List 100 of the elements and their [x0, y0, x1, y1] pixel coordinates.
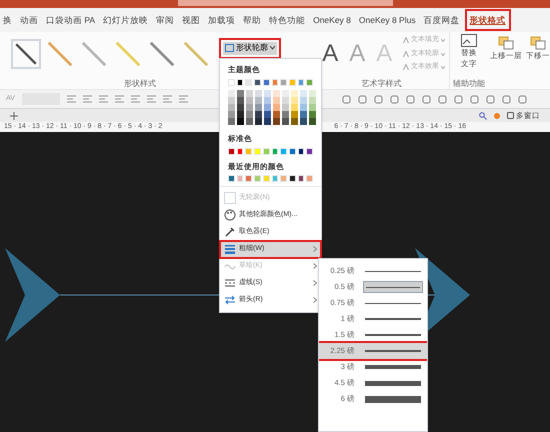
align-icon[interactable] — [82, 94, 92, 104]
align-icon[interactable] — [178, 94, 188, 104]
color-swatch[interactable] — [228, 118, 235, 126]
align-icon[interactable] — [98, 94, 108, 104]
align-icon[interactable] — [162, 94, 172, 104]
color-swatch[interactable] — [272, 79, 278, 86]
color-swatch[interactable] — [298, 79, 304, 86]
color-swatch[interactable] — [245, 148, 252, 154]
color-swatch[interactable] — [246, 90, 253, 98]
color-swatch[interactable] — [262, 79, 270, 86]
color-swatch[interactable] — [262, 174, 270, 182]
color-swatch[interactable] — [273, 104, 280, 112]
color-swatch[interactable] — [228, 90, 235, 98]
color-swatch[interactable] — [291, 111, 298, 118]
color-swatch[interactable] — [246, 104, 253, 112]
color-swatch[interactable] — [255, 90, 262, 98]
color-swatch[interactable] — [306, 174, 314, 182]
ribbon-tab[interactable]: 换 — [0, 9, 15, 31]
color-swatch[interactable] — [291, 97, 298, 104]
align-icon[interactable] — [130, 94, 140, 104]
color-swatch[interactable] — [282, 90, 289, 98]
color-swatch[interactable] — [309, 104, 316, 112]
color-swatch[interactable] — [273, 118, 280, 126]
color-swatch[interactable] — [245, 174, 252, 182]
color-swatch[interactable] — [264, 90, 271, 98]
color-swatch[interactable] — [254, 148, 261, 154]
color-swatch[interactable] — [280, 174, 287, 182]
color-swatch[interactable] — [246, 118, 253, 126]
color-swatch[interactable] — [291, 118, 298, 126]
ribbon-tab[interactable]: OneKey 8 Plus — [356, 9, 419, 31]
color-swatch[interactable] — [264, 104, 271, 112]
color-swatch[interactable] — [298, 148, 304, 154]
color-swatch[interactable] — [264, 111, 271, 118]
color-swatch[interactable] — [298, 174, 304, 182]
color-swatch[interactable] — [236, 79, 244, 86]
search-icon[interactable] — [479, 112, 487, 120]
color-swatch[interactable] — [246, 111, 253, 118]
align-icon[interactable] — [114, 94, 124, 104]
color-swatch[interactable] — [288, 148, 296, 154]
ribbon-tab[interactable]: 形状格式 — [464, 9, 511, 31]
color-swatch[interactable] — [237, 111, 244, 118]
ribbon-tab[interactable]: 幻灯片放映 — [100, 9, 152, 31]
color-swatch[interactable] — [288, 174, 296, 182]
color-swatch[interactable] — [255, 97, 262, 104]
color-swatch[interactable] — [300, 111, 307, 118]
color-swatch[interactable] — [291, 90, 298, 98]
color-swatch[interactable] — [245, 79, 252, 86]
color-swatch[interactable] — [228, 111, 235, 118]
color-swatch[interactable] — [255, 104, 262, 112]
color-swatch[interactable] — [280, 148, 287, 154]
ribbon-tab[interactable]: 特色功能 — [266, 9, 308, 31]
color-swatch[interactable] — [300, 90, 307, 98]
ribbon-tab[interactable]: 审阅 — [153, 9, 178, 31]
color-swatch[interactable] — [288, 79, 296, 86]
color-swatch[interactable] — [272, 174, 278, 182]
color-swatch[interactable] — [300, 97, 307, 104]
color-swatch[interactable] — [264, 118, 271, 126]
color-swatch[interactable] — [282, 111, 289, 118]
color-swatch[interactable] — [306, 79, 314, 86]
color-swatch[interactable] — [282, 104, 289, 112]
color-swatch[interactable] — [309, 118, 316, 126]
color-swatch[interactable] — [254, 174, 261, 182]
ribbon-tab[interactable]: 帮助 — [240, 9, 264, 31]
color-swatch[interactable] — [280, 79, 287, 86]
align-icon[interactable] — [66, 94, 76, 104]
color-swatch[interactable] — [273, 97, 280, 104]
color-swatch[interactable] — [255, 118, 262, 126]
color-swatch[interactable] — [264, 97, 271, 104]
color-swatch[interactable] — [228, 97, 235, 104]
ribbon-tab[interactable]: 加载项 — [205, 9, 238, 31]
ribbon-tab[interactable]: 动画 — [17, 9, 41, 31]
color-swatch[interactable] — [273, 111, 280, 118]
color-swatch[interactable] — [254, 79, 261, 86]
color-swatch[interactable] — [282, 97, 289, 104]
color-swatch[interactable] — [255, 111, 262, 118]
shape-outline-button[interactable]: 形状轮廓 — [223, 42, 278, 54]
ribbon-tab[interactable]: OneKey 8 — [310, 9, 354, 31]
color-swatch[interactable] — [309, 90, 316, 98]
color-swatch[interactable] — [228, 79, 235, 86]
wordart-style-sample[interactable]: A — [318, 42, 342, 66]
ribbon-tab[interactable]: 百度网盘 — [420, 9, 463, 31]
color-swatch[interactable] — [272, 148, 278, 154]
line-style-thumbnail[interactable] — [11, 39, 42, 69]
color-swatch[interactable] — [228, 104, 235, 112]
color-swatch[interactable] — [300, 104, 307, 112]
color-swatch[interactable] — [237, 118, 244, 126]
color-swatch[interactable] — [306, 148, 314, 154]
color-swatch[interactable] — [262, 148, 270, 154]
color-swatch[interactable] — [237, 104, 244, 112]
ribbon-tab[interactable]: 视图 — [179, 9, 204, 31]
color-swatch[interactable] — [228, 148, 235, 154]
add-icon[interactable] — [10, 112, 18, 120]
color-swatch[interactable] — [291, 104, 298, 112]
ribbon-tab[interactable]: 口袋动画 PA — [43, 9, 98, 31]
color-swatch[interactable] — [236, 174, 244, 182]
color-swatch[interactable] — [237, 97, 244, 104]
color-swatch[interactable] — [228, 174, 235, 182]
color-swatch[interactable] — [309, 97, 316, 104]
color-swatch[interactable] — [246, 97, 253, 104]
color-swatch[interactable] — [282, 118, 289, 126]
